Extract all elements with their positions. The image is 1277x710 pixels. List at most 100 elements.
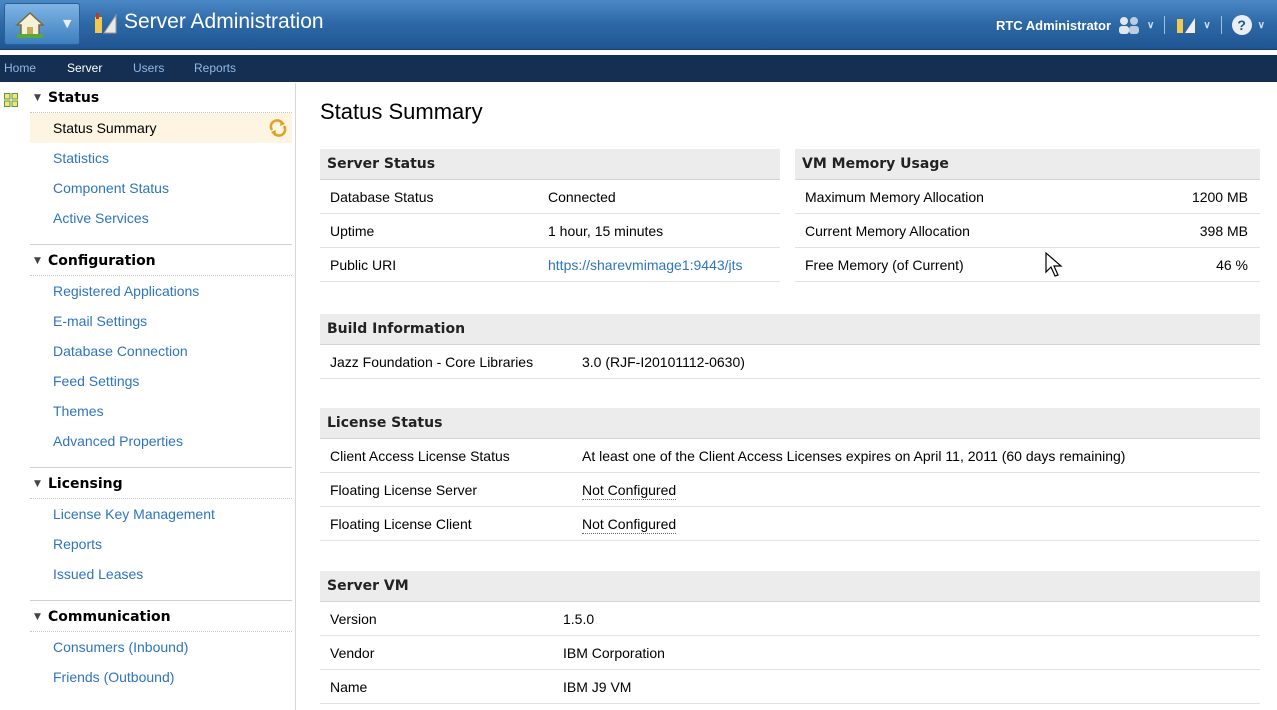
- main-nav: Home Server Users Reports: [0, 55, 1277, 82]
- table-row: Current Memory Allocation 398 MB: [795, 214, 1260, 248]
- table-row: Free Memory (of Current) 46 %: [795, 248, 1260, 282]
- page-title: Status Summary: [320, 99, 483, 124]
- sidebar-item-license-key-management[interactable]: License Key Management: [30, 499, 292, 529]
- section-heading: Configuration: [48, 253, 156, 269]
- row-label: Name: [330, 679, 368, 695]
- table-row: Public URI https://sharevmimage1:9443/jt…: [320, 248, 780, 282]
- section-heading: Status: [48, 90, 100, 106]
- sidebar-item-label: Status Summary: [53, 120, 157, 136]
- users-group-icon[interactable]: [1117, 15, 1141, 35]
- home-icon: [15, 11, 45, 38]
- row-label: Client Access License Status: [330, 448, 510, 464]
- section-configuration[interactable]: ▼ Configuration: [30, 246, 292, 276]
- nav-reports[interactable]: Reports: [194, 61, 236, 75]
- database-status-value: Connected: [548, 189, 616, 205]
- sidebar-item-registered-applications[interactable]: Registered Applications: [30, 276, 292, 306]
- max-memory-value: 1200 MB: [1191, 189, 1248, 205]
- sidebar-item-component-status[interactable]: Component Status: [30, 173, 292, 203]
- build-version-value: 3.0 (RJF-I20101112-0630): [582, 354, 745, 370]
- divider: [30, 589, 292, 601]
- section-status[interactable]: ▼ Status: [30, 83, 292, 113]
- sidebar-item-feed-settings[interactable]: Feed Settings: [30, 366, 292, 396]
- server-status-panel: Server Status Database Status Connected …: [320, 149, 780, 282]
- main-content: Status Summary Server Status Database St…: [320, 83, 1265, 710]
- table-row: Uptime 1 hour, 15 minutes: [320, 214, 780, 248]
- build-info-panel: Build Information Jazz Foundation - Core…: [320, 314, 1260, 379]
- row-label: Floating License Client: [330, 516, 472, 532]
- collapse-icon: ▼: [34, 612, 41, 622]
- help-icon[interactable]: ?: [1231, 15, 1252, 35]
- row-label: Free Memory (of Current): [805, 257, 964, 273]
- collapse-icon: ▼: [34, 479, 41, 489]
- table-row: Client Access License Status At least on…: [320, 439, 1260, 473]
- user-area: RTC Administrator ∨ ∨ ? ∨: [996, 13, 1265, 37]
- table-row: Maximum Memory Allocation 1200 MB: [795, 180, 1260, 214]
- table-row: Database Status Connected: [320, 180, 780, 214]
- sidebar: ▼ Status Status Summary Statistics Compo…: [0, 83, 296, 710]
- divider: [1164, 16, 1166, 34]
- current-memory-value: 398 MB: [1199, 223, 1248, 239]
- sidebar-item-database-connection[interactable]: Database Connection: [30, 336, 292, 366]
- user-name[interactable]: RTC Administrator: [996, 18, 1111, 33]
- divider: [30, 456, 292, 468]
- home-menu-button[interactable]: ▼: [4, 3, 80, 45]
- public-uri-link[interactable]: https://sharevmimage1:9443/jts: [548, 248, 743, 282]
- panel-heading: Server Status: [320, 149, 780, 180]
- sidebar-item-reports[interactable]: Reports: [30, 529, 292, 559]
- free-memory-value: 46 %: [1216, 257, 1248, 273]
- nav-home[interactable]: Home: [4, 61, 36, 75]
- panel-heading: Server VM: [320, 571, 1260, 602]
- table-row: Version 1.5.0: [320, 602, 1260, 636]
- sidebar-item-issued-leases[interactable]: Issued Leases: [30, 559, 292, 589]
- floating-license-client-value[interactable]: Not Configured: [582, 515, 677, 534]
- vm-name-value: IBM J9 VM: [563, 679, 632, 695]
- panel-heading: License Status: [320, 408, 1260, 439]
- sidebar-item-email-settings[interactable]: E-mail Settings: [30, 306, 292, 336]
- row-label: Current Memory Allocation: [805, 223, 970, 239]
- sidebar-item-themes[interactable]: Themes: [30, 396, 292, 426]
- row-label: Database Status: [330, 189, 434, 205]
- sidebar-toggle-icon[interactable]: [4, 93, 18, 107]
- sidebar-item-status-summary[interactable]: Status Summary: [30, 113, 292, 143]
- vm-version-value: 1.5.0: [563, 611, 595, 627]
- vm-vendor-value: IBM Corporation: [563, 645, 665, 661]
- row-label: Jazz Foundation - Core Libraries: [330, 354, 534, 370]
- sidebar-item-advanced-properties[interactable]: Advanced Properties: [30, 426, 292, 456]
- refresh-icon[interactable]: [268, 118, 288, 138]
- admin-tools-icon[interactable]: [1175, 15, 1197, 35]
- section-heading: Communication: [48, 609, 171, 625]
- chevron-down-icon[interactable]: ∨: [1147, 20, 1154, 31]
- section-licensing[interactable]: ▼ Licensing: [30, 469, 292, 499]
- admin-app-icon: [95, 13, 117, 34]
- row-label: Floating License Server: [330, 482, 478, 498]
- section-communication[interactable]: ▼ Communication: [30, 602, 292, 632]
- panel-heading: VM Memory Usage: [795, 149, 1260, 180]
- title-bar: ▼ Server Administration RTC Administrato…: [0, 0, 1277, 50]
- table-row: Floating License Server Not Configured: [320, 473, 1260, 507]
- app-title: Server Administration: [124, 10, 324, 33]
- chevron-down-icon: ▼: [63, 17, 72, 30]
- divider: [1220, 16, 1222, 34]
- row-label: Uptime: [330, 223, 375, 239]
- row-label: Public URI: [330, 257, 397, 273]
- divider: [30, 233, 292, 245]
- server-vm-panel: Server VM Version 1.5.0 Vendor IBM Corpo…: [320, 571, 1260, 704]
- sidebar-item-consumers-inbound[interactable]: Consumers (Inbound): [30, 632, 292, 662]
- sidebar-item-statistics[interactable]: Statistics: [30, 143, 292, 173]
- panel-heading: Build Information: [320, 314, 1260, 345]
- client-access-license-value: At least one of the Client Access Licens…: [582, 448, 1126, 464]
- table-row: Name IBM J9 VM: [320, 670, 1260, 704]
- nav-server[interactable]: Server: [67, 61, 102, 75]
- table-row: Jazz Foundation - Core Libraries 3.0 (RJ…: [320, 345, 1260, 379]
- license-status-panel: License Status Client Access License Sta…: [320, 408, 1260, 541]
- sidebar-item-friends-outbound[interactable]: Friends (Outbound): [30, 662, 292, 692]
- chevron-down-icon[interactable]: ∨: [1203, 20, 1210, 31]
- collapse-icon: ▼: [34, 93, 41, 103]
- row-label: Vendor: [330, 645, 375, 661]
- section-heading: Licensing: [48, 476, 123, 492]
- floating-license-server-value[interactable]: Not Configured: [582, 481, 677, 500]
- chevron-down-icon[interactable]: ∨: [1258, 20, 1265, 31]
- table-row: Floating License Client Not Configured: [320, 507, 1260, 541]
- nav-users[interactable]: Users: [133, 61, 164, 75]
- sidebar-item-active-services[interactable]: Active Services: [30, 203, 292, 233]
